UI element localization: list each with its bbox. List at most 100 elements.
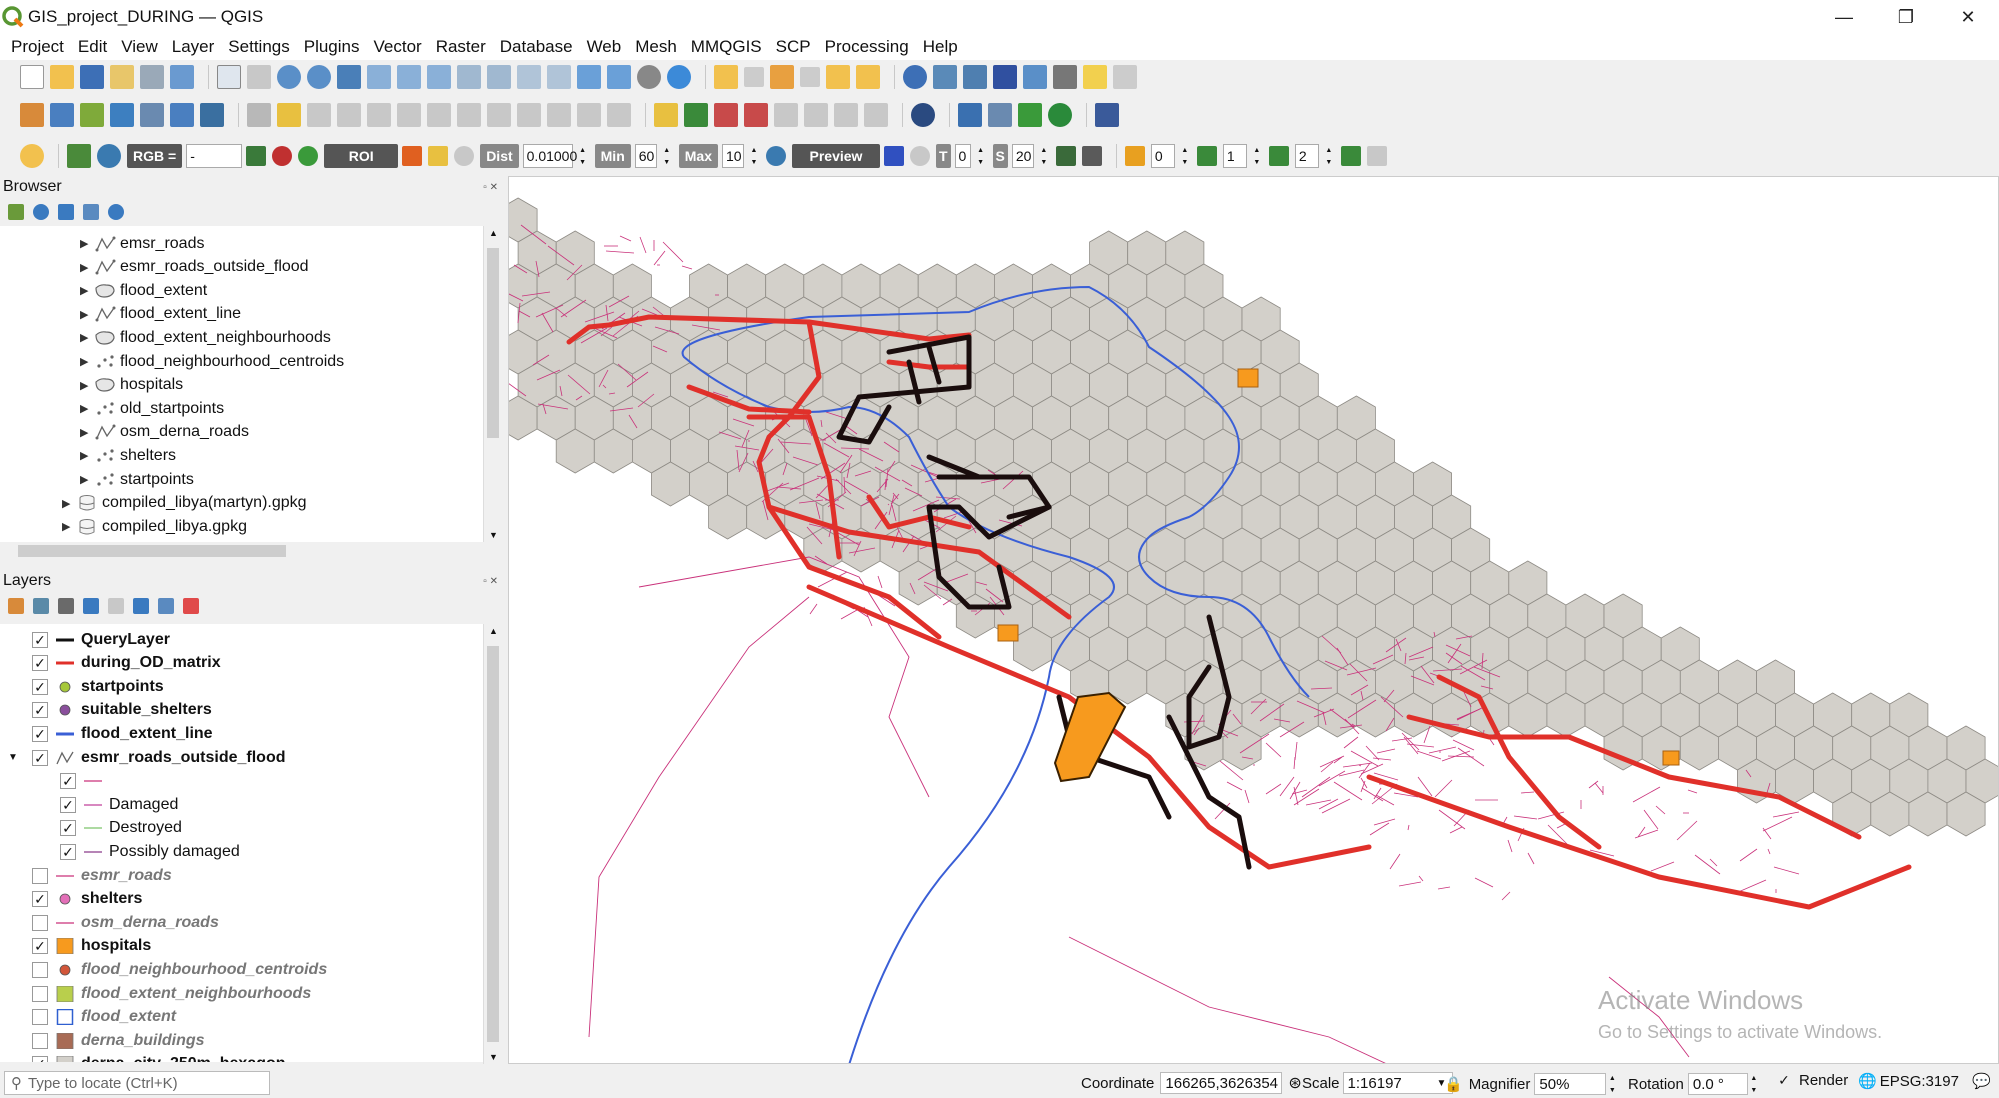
layer-visibility-checkbox[interactable]: ✓	[60, 843, 76, 860]
select-value-dropdown-icon[interactable]	[800, 67, 820, 87]
scp-database-icon[interactable]	[1055, 146, 1076, 166]
menu-raster[interactable]: Raster	[429, 37, 493, 57]
band-1-spinner[interactable]: ▲ ▼	[1251, 144, 1263, 168]
kml-icon[interactable]	[1081, 146, 1102, 166]
menu-database[interactable]: Database	[493, 37, 580, 57]
paste-features-icon[interactable]	[547, 103, 571, 127]
pan-to-selection-icon[interactable]	[247, 65, 271, 89]
layer-visibility-checkbox[interactable]: ✓	[32, 678, 48, 695]
layer-item[interactable]: flood_neighbourhood_centroids	[32, 958, 327, 981]
zoom-last-icon[interactable]	[457, 65, 481, 89]
expand-arrow-icon[interactable]: ▶	[80, 473, 94, 486]
processing-toolbox-icon[interactable]	[963, 65, 987, 89]
browser-vertical-scrollbar[interactable]: ▲ ▼	[483, 226, 504, 542]
browser-item[interactable]: ▶ compiled_libya(martyn).gpkg	[62, 492, 307, 515]
layer-visibility-checkbox[interactable]	[32, 1032, 48, 1049]
close-button[interactable]: ✕	[1937, 0, 1999, 34]
scp-band-set-icon[interactable]	[67, 144, 91, 168]
collapse-arrow-icon[interactable]: ▼	[8, 752, 18, 763]
new-3d-map-icon[interactable]	[547, 65, 571, 89]
legend-class-item[interactable]: ✓ Destroyed	[60, 817, 182, 840]
browser-item[interactable]: ▶ flood_extent_line	[80, 303, 241, 326]
deselect-icon[interactable]	[826, 65, 850, 89]
layer-visibility-checkbox[interactable]	[32, 914, 48, 931]
band-2-input[interactable]: 2	[1294, 144, 1319, 168]
layer-item[interactable]: ✓ derna_city_250m_hexagon	[32, 1053, 286, 1062]
expand-arrow-icon[interactable]: ▶	[80, 355, 94, 368]
delete-selected-icon[interactable]	[457, 103, 481, 127]
rotation-spinner[interactable]: ▲ ▼	[1748, 1072, 1760, 1096]
globe-icon[interactable]	[911, 103, 935, 127]
magnifier-spinner[interactable]: ▲ ▼	[1606, 1072, 1618, 1096]
highlight-labels-icon[interactable]	[744, 103, 768, 127]
expand-arrow-icon[interactable]: ▶	[80, 261, 94, 274]
crs-globe-icon[interactable]: 🌐	[1858, 1072, 1877, 1090]
dist-spinner[interactable]: ▲ ▼	[577, 144, 589, 168]
layer-visibility-checkbox[interactable]: ✓	[32, 702, 48, 719]
layer-item[interactable]: ✓ suitable_shelters	[32, 699, 212, 722]
preview-label[interactable]: Preview	[791, 144, 880, 168]
add-virtual-layer-icon[interactable]	[200, 103, 224, 127]
menu-processing[interactable]: Processing	[818, 37, 916, 57]
statistics-sigma-icon[interactable]	[993, 65, 1017, 89]
print-layout-icon[interactable]	[140, 65, 164, 89]
cut-features-icon[interactable]	[487, 103, 511, 127]
filter-browser-icon[interactable]	[58, 204, 74, 220]
t-input[interactable]: 0	[954, 144, 971, 168]
toggle-editing-icon[interactable]	[277, 103, 301, 127]
layer-item[interactable]: flood_extent_neighbourhoods	[32, 982, 311, 1005]
zoom-native-icon[interactable]	[427, 65, 451, 89]
preview-redo-icon[interactable]	[909, 146, 930, 166]
rgb-select[interactable]: -	[186, 144, 243, 168]
zoom-selection-icon[interactable]	[367, 65, 391, 89]
new-shapefile-icon[interactable]	[110, 103, 134, 127]
manage-map-themes-icon[interactable]	[58, 598, 74, 614]
band-0-spinner[interactable]: ▲ ▼	[1179, 144, 1191, 168]
browser-item[interactable]: ▶ emsr_roads	[80, 232, 204, 255]
change-label-icon[interactable]	[834, 103, 858, 127]
menu-edit[interactable]: Edit	[71, 37, 114, 57]
layer-item[interactable]: flood_extent	[32, 1006, 176, 1029]
browser-item[interactable]: ▶ shelters	[80, 444, 176, 467]
layers-scroll-thumb[interactable]	[487, 646, 499, 1042]
add-vector-layer-icon[interactable]	[50, 103, 74, 127]
preview-zoom-icon[interactable]	[765, 146, 786, 166]
layer-item[interactable]: ✓ during_OD_matrix	[32, 652, 221, 675]
max-input[interactable]: 10	[721, 144, 744, 168]
pan-map-icon[interactable]	[217, 65, 241, 89]
browser-panel-controls[interactable]: ▫ ✕	[483, 182, 498, 193]
menu-project[interactable]: Project	[4, 37, 71, 57]
lock-scale-icon[interactable]: 🔒	[1444, 1075, 1463, 1093]
zoom-layer-icon[interactable]	[397, 65, 421, 89]
band-next-3-icon[interactable]	[1340, 146, 1361, 166]
expand-arrow-icon[interactable]: ▶	[80, 402, 94, 415]
coordinate-field[interactable]: 166265,3626354	[1160, 1072, 1283, 1094]
open-layer-styling-icon[interactable]	[8, 598, 24, 614]
expand-arrow-icon[interactable]: ▶	[80, 331, 94, 344]
layer-visibility-checkbox[interactable]	[32, 867, 48, 884]
s-spinner[interactable]: ▲ ▼	[1038, 144, 1050, 168]
identify-features-icon[interactable]	[903, 65, 927, 89]
refresh-browser-icon[interactable]	[33, 204, 49, 220]
browser-item[interactable]: ▶ flood_neighbourhood_centroids	[80, 350, 344, 373]
roi-redo-icon[interactable]	[454, 146, 475, 166]
layer-visibility-checkbox[interactable]: ✓	[32, 891, 48, 908]
layer-item[interactable]: ✓ flood_extent_line	[32, 722, 213, 745]
browser-item[interactable]: ▶ hospitals	[80, 374, 183, 397]
move-label-icon[interactable]	[774, 103, 798, 127]
layer-item[interactable]: esmr_roads	[32, 864, 172, 887]
vertex-tool-icon[interactable]	[397, 103, 421, 127]
digitize-dropdown-icon[interactable]	[367, 103, 391, 127]
layer-item[interactable]: derna_buildings	[32, 1029, 205, 1052]
zoom-in-icon[interactable]	[277, 65, 301, 89]
restore-button[interactable]: ❐	[1875, 0, 1937, 34]
band-grid-icon[interactable]	[1366, 146, 1387, 166]
undo-icon[interactable]	[577, 103, 601, 127]
layer-visibility-checkbox[interactable]: ✓	[32, 655, 48, 672]
style-manager-icon[interactable]	[170, 65, 194, 89]
layer-visibility-checkbox[interactable]	[32, 1009, 48, 1026]
no-entry-icon[interactable]	[1048, 103, 1072, 127]
expand-arrow-icon[interactable]: ▶	[62, 497, 76, 510]
band-calc-icon[interactable]	[1124, 146, 1145, 166]
layer-item[interactable]: ✓ QueryLayer	[32, 628, 170, 651]
